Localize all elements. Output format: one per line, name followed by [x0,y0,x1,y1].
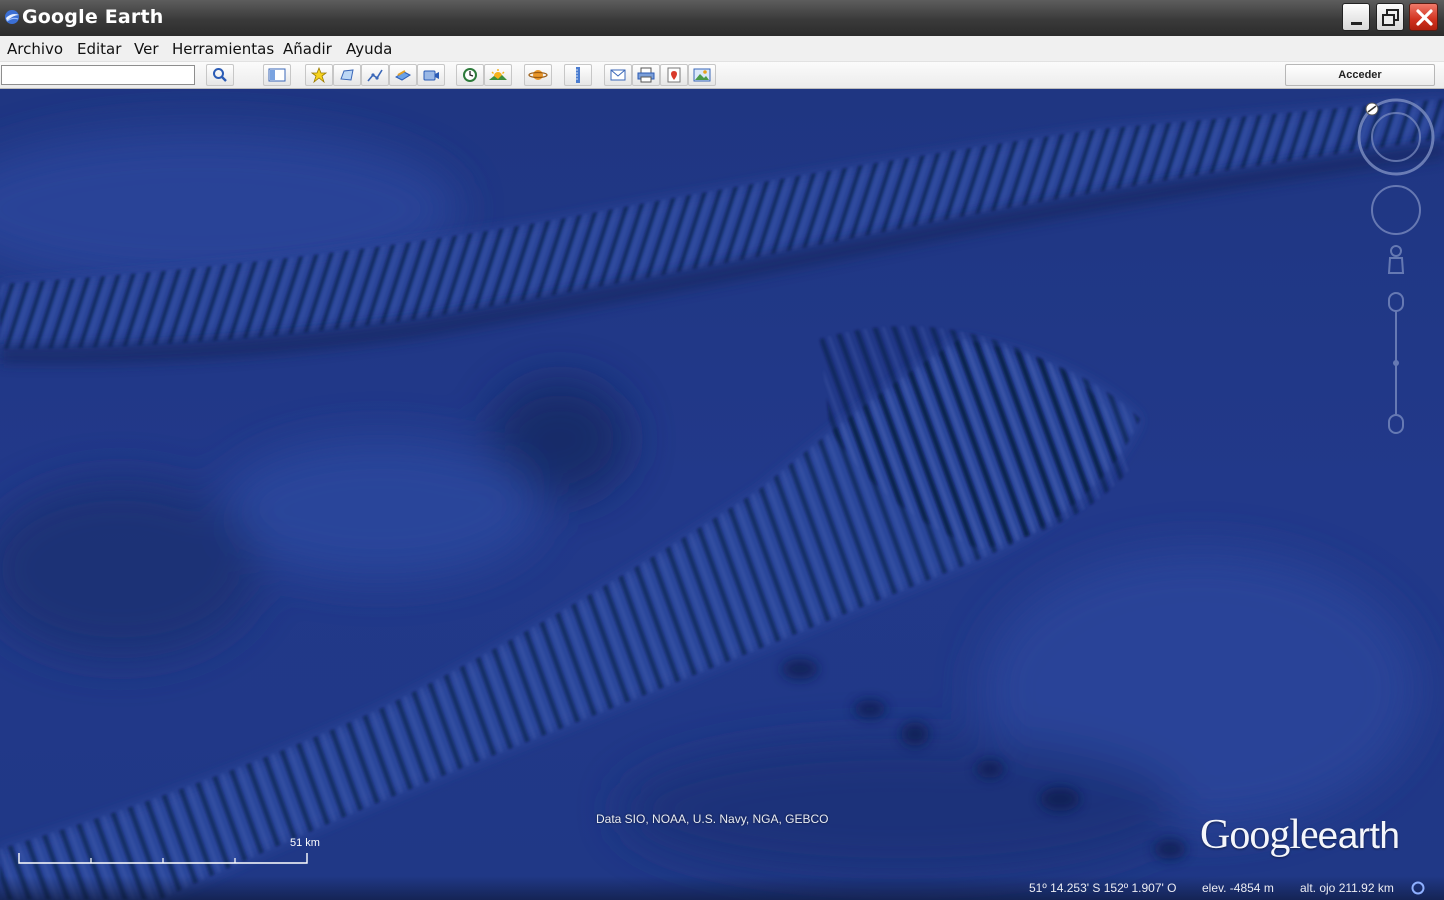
planets-icon [528,70,548,80]
search-icon [213,68,227,82]
search-button[interactable] [206,64,234,86]
close-button[interactable] [1409,3,1438,31]
view-in-maps-button[interactable] [660,64,688,86]
sidebar-toggle-icon [268,68,286,82]
data-attribution: Data SIO, NOAA, U.S. Navy, NGA, GEBCO [596,812,829,826]
print-icon [637,67,655,83]
email-button[interactable] [604,64,632,86]
window-title: Google Earth [22,6,164,28]
menu-ayuda[interactable]: Ayuda [346,40,392,58]
menu-editar[interactable]: Editar [77,40,121,58]
look-joystick[interactable] [1371,185,1421,235]
search-input[interactable] [1,65,195,85]
ruler-icon [576,67,580,83]
title-bar: Google Earth [0,0,1444,36]
add-polygon-button[interactable] [333,64,361,86]
signin-button[interactable]: Acceder [1285,64,1435,86]
save-image-icon [693,68,711,82]
scale-label: 51 km [290,837,320,849]
sunlight-button[interactable] [484,64,512,86]
save-image-button[interactable] [688,64,716,86]
scale-bar [18,853,308,864]
record-tour-button[interactable] [417,64,445,86]
restore-icon [1382,9,1399,26]
elevation-readout: elev. -4854 m [1202,881,1274,895]
historical-imagery-icon [463,68,477,82]
menu-anadir[interactable]: Añadir [283,40,332,58]
google-earth-logo-icon [5,10,19,24]
navigation-controls[interactable] [1354,95,1438,445]
ruler-button[interactable] [564,64,592,86]
add-placemark-button[interactable] [305,64,333,86]
record-tour-icon [423,70,439,81]
close-icon [1416,9,1433,26]
map-view[interactable]: Data SIO, NOAA, U.S. Navy, NGA, GEBCO 51… [0,89,1444,900]
email-icon [610,69,626,81]
menu-ver[interactable]: Ver [134,40,159,58]
add-polygon-icon [340,69,354,81]
coordinates-readout: 51º 14.253' S 152º 1.907' O [1029,881,1177,895]
add-image-overlay-button[interactable] [389,64,417,86]
print-button[interactable] [632,64,660,86]
status-bar: 51º 14.253' S 152º 1.907' O elev. -4854 … [0,876,1444,900]
add-placemark-icon [310,67,328,83]
minimize-icon [1351,22,1362,25]
sunlight-icon [489,69,507,80]
seafloor-terrain [0,89,1444,900]
minimize-button[interactable] [1342,3,1370,31]
street-view-pegman-icon[interactable] [1387,245,1405,274]
menu-archivo[interactable]: Archivo [7,40,63,58]
north-reset-icon[interactable] [1365,102,1379,116]
view-in-maps-icon [667,67,681,83]
toolbar: Acceder [0,62,1444,89]
planets-button[interactable] [524,64,552,86]
add-image-overlay-icon [394,70,412,81]
menu-bar: Archivo Editar Ver Herramientas Añadir A… [0,36,1444,62]
streaming-status-icon [1411,881,1425,895]
menu-herramientas[interactable]: Herramientas [172,40,274,58]
historical-imagery-button[interactable] [456,64,484,86]
add-path-icon [367,69,383,82]
google-earth-watermark-logo: Googleearth [1200,812,1400,858]
add-path-button[interactable] [361,64,389,86]
restore-button[interactable] [1376,3,1404,31]
sidebar-toggle-button[interactable] [263,64,291,86]
zoom-slider[interactable] [1388,292,1404,434]
eye-altitude-readout: alt. ojo 211.92 km [1300,881,1394,895]
